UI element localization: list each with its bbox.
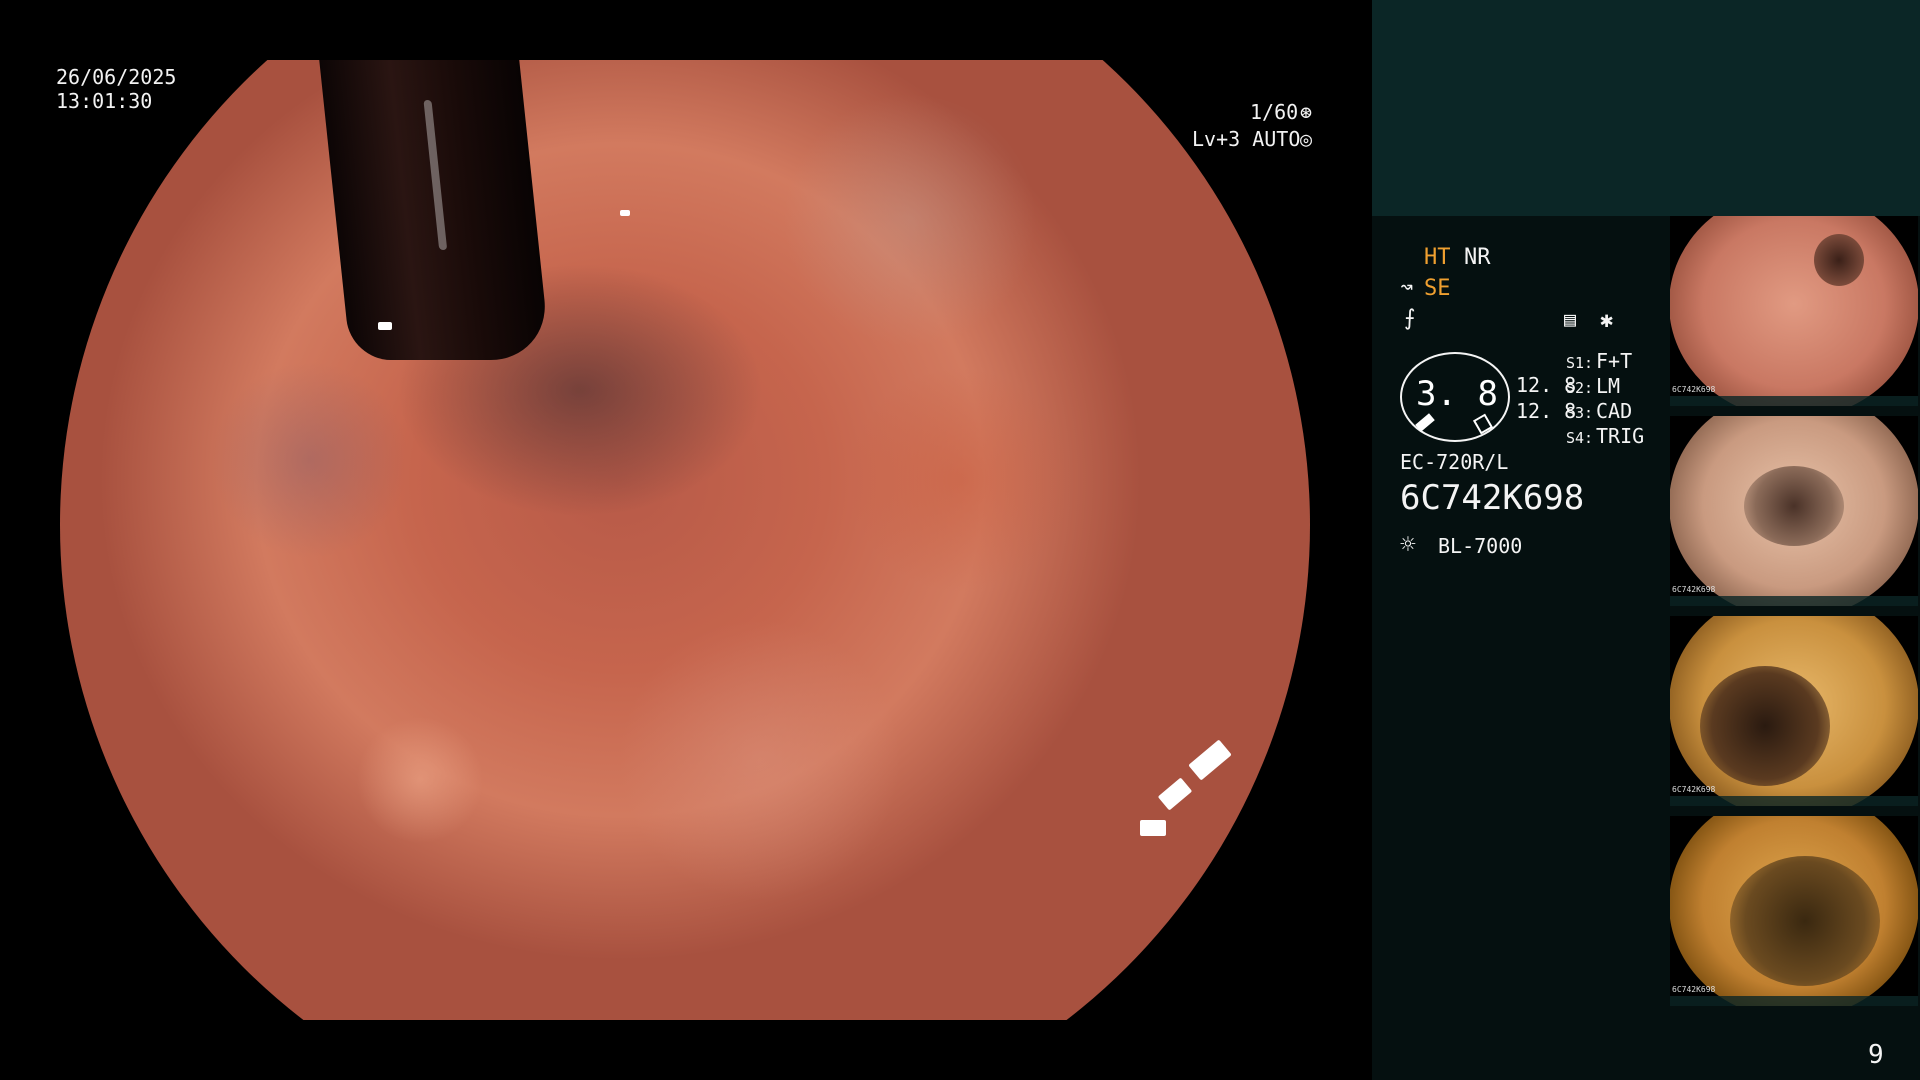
thumbnail-image <box>1670 216 1918 406</box>
setting-key: S4: <box>1566 429 1594 447</box>
setting-key: S2: <box>1566 379 1594 397</box>
light-reflection <box>1140 820 1166 836</box>
exam-date: 26/06/2025 <box>56 65 177 89</box>
lumen <box>1730 856 1880 986</box>
light-reflection <box>620 210 630 216</box>
gauge-value: 3. 8 <box>1416 374 1498 414</box>
scope-curve-icon: ↝ <box>1400 275 1414 300</box>
mode-se: SE <box>1424 276 1451 301</box>
setting-key: S1: <box>1566 354 1594 372</box>
lumen <box>1814 234 1864 286</box>
shutter-speed: 1/60 <box>1250 100 1299 124</box>
bending-gauge: 3. 8 <box>1400 352 1510 442</box>
setting-value: CAD <box>1596 399 1633 423</box>
lumen <box>1700 666 1830 786</box>
page-number: 9 <box>1868 1040 1884 1070</box>
light-reflection <box>378 322 392 330</box>
thumbnail-bar <box>1670 996 1918 1006</box>
gauge-needle-left-icon <box>1415 413 1435 432</box>
thumbnail-label: 6C742K698 <box>1672 985 1716 994</box>
thumbnail-label: 6C742K698 <box>1672 585 1716 594</box>
exam-time: 13:01:30 <box>56 89 153 113</box>
scope-model: EC-720R/L <box>1400 450 1509 474</box>
thumbnail-label: 6C742K698 <box>1672 385 1716 394</box>
thumbnail-2[interactable]: 6C742K698 <box>1670 416 1918 606</box>
thumbnail-1[interactable]: 6C742K698 <box>1670 216 1918 406</box>
thumbnail-bar <box>1670 396 1918 406</box>
thumbnail-bar <box>1670 796 1918 806</box>
thumbnail-3[interactable]: 6C742K698 <box>1670 616 1918 806</box>
info-panel-header-area <box>1372 0 1920 216</box>
setting-value: TRIG <box>1596 424 1645 448</box>
mode-ht: HT <box>1424 245 1451 270</box>
f-stroke-icon: ⨍ <box>1404 306 1416 331</box>
endoscopic-live-view <box>60 60 1310 1020</box>
scope-serial: 6C742K698 <box>1400 478 1585 518</box>
sun-icon: ☼ <box>1400 530 1416 560</box>
asterisk-icon: ✱ <box>1600 308 1614 333</box>
thumbnail-bar <box>1670 596 1918 606</box>
scope-retroflex-tube <box>319 60 551 360</box>
light-source: BL-7000 <box>1438 534 1523 558</box>
lumen <box>1744 466 1844 546</box>
thumbnail-4[interactable]: 6C742K698 <box>1670 816 1918 1006</box>
mode-nr: NR <box>1464 245 1491 270</box>
endoscopy-screen: 26/06/2025 13:01:30 1/60 ⊛ Lv+3 AUTO ◎ H… <box>0 0 1920 1080</box>
menu-list-icon: ▤ <box>1564 307 1577 331</box>
gauge-needle-right-icon <box>1472 413 1494 435</box>
iris-mode: Lv+3 AUTO <box>1192 127 1301 151</box>
thumbnail-label: 6C742K698 <box>1672 785 1716 794</box>
iris-icon: ◎ <box>1300 127 1313 151</box>
setting-value: LM <box>1596 374 1621 398</box>
mucosa-texture <box>60 60 1310 1020</box>
setting-key: S3: <box>1566 404 1594 422</box>
aperture-icon: ⊛ <box>1300 100 1313 124</box>
setting-value: F+T <box>1596 349 1633 373</box>
